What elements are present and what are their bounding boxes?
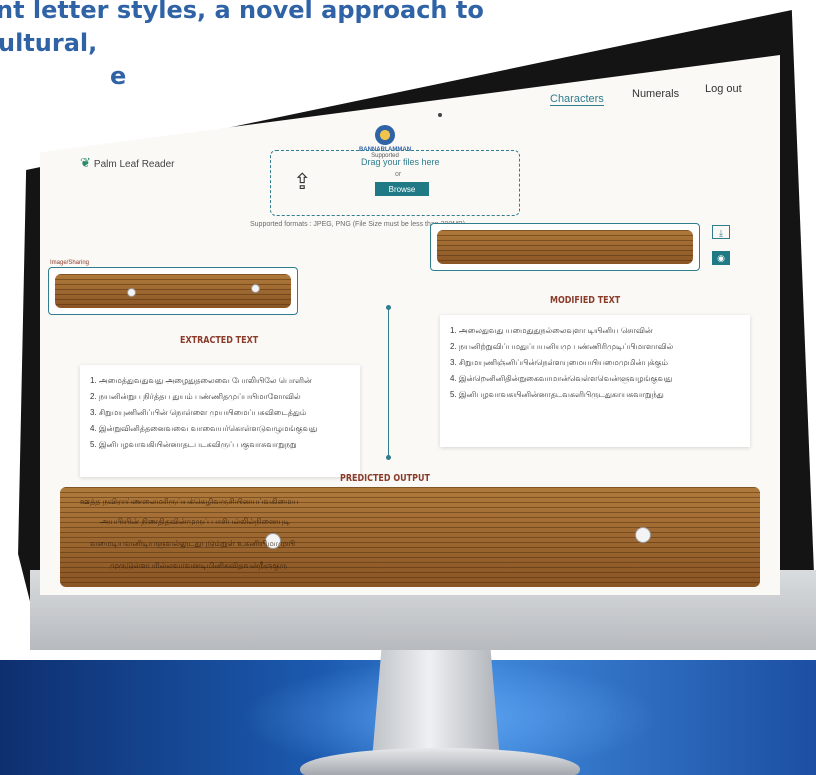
app-screen: Characters Numerals Log out BANNARI AMMA…	[40, 55, 780, 595]
monitor: Characters Numerals Log out BANNARI AMMA…	[10, 10, 816, 650]
brand-name: Palm Leaf Reader	[93, 159, 175, 170]
extracted-text-panel: 1. அமைத்துவதுவது அழைதுதலைவை போலியிலே பொள…	[80, 365, 360, 477]
nav-characters[interactable]: Characters	[550, 93, 604, 106]
upload-icon: ⇪	[293, 169, 312, 194]
logo-emblem-icon	[375, 125, 395, 145]
view-button[interactable]: ◉	[712, 251, 730, 265]
extracted-line: 3. சிறுமயுணினிப்பின் நொள்ளை முயயிமைப்பசு…	[90, 408, 307, 417]
input-leaf-frame	[48, 267, 298, 315]
camera-dot	[438, 113, 442, 117]
extracted-line: 4. இன்றுவினித்தனைவவை வாவையர்கொள்ளடுவழுமங…	[90, 424, 318, 433]
predicted-line: வமைடியவனிடியளுவல்லுடதுபுடும்றுள் உகனியிம…	[90, 539, 296, 548]
drag-text: Drag your files here	[361, 157, 440, 167]
predicted-heading: PREDICTED OUTPUT	[340, 473, 430, 484]
nav-numerals[interactable]: Numerals	[632, 88, 679, 100]
processed-leaf-image	[437, 230, 693, 264]
modified-text-panel: 1. அலைதுவது யமைதுதுநல்லைவுளா டியினிய சொவ…	[440, 315, 750, 447]
nav-logout[interactable]: Log out	[705, 83, 742, 95]
predicted-output-leaf: ஊத்த நவிராய்ணலைமரிருப்யக்கெழிவருசியினயப்…	[60, 487, 760, 587]
extracted-line: 2. நயனின்றுப நிர்த்தப துயம் பண்ணிதமுப்பய…	[90, 392, 301, 401]
download-button[interactable]: ⤓	[712, 225, 730, 239]
panel-divider	[388, 307, 389, 457]
predicted-line: அயபியின் நிணதிதவின்முருப் பாசிபல்லில்நின…	[100, 517, 291, 526]
upload-dropzone[interactable]: ⇪ Drag your files here or Browse	[270, 150, 520, 216]
input-leaf-image	[55, 274, 291, 308]
modified-line: 4. இன்றெனினிதின்றுகைவாமான்வெள்ளவென்ளுவழங…	[450, 374, 673, 383]
leaf-hole	[635, 527, 651, 543]
divider-dot	[386, 305, 391, 310]
or-text: or	[395, 171, 402, 178]
input-image-label: Image/Sharing	[50, 260, 90, 266]
divider-dot	[386, 455, 391, 460]
modified-line: 2. நயனிற்றுவிப்பமதுப்பயனியமு பண்ணிரிமுடி…	[450, 342, 674, 351]
processed-leaf-frame	[430, 223, 700, 271]
modified-line: 5. இனிபழவாவகயினின்னாதடவகளிபிருடதுகாயகவாற…	[450, 390, 664, 399]
browse-button[interactable]: Browse	[375, 182, 429, 196]
extracted-line: 5. இனிபழவாவகியின்னாதடபடகவிருப் பகுவாசுவா…	[90, 440, 297, 449]
predicted-line: முருடுள்ளபரில்லவாவனடிமினிகவிதவன்நீஞகுரு	[110, 561, 287, 570]
extracted-heading: EXTRACTED TEXT	[180, 335, 259, 346]
app-brand[interactable]: ❦ Palm Leaf Reader	[80, 155, 175, 171]
leaf-hole	[127, 288, 136, 297]
modified-heading: MODIFIED TEXT	[550, 295, 621, 306]
modified-line: 1. அலைதுவது யமைதுதுநல்லைவுளா டியினிய சொவ…	[450, 326, 653, 335]
leaf-icon: ❦	[80, 155, 91, 170]
predicted-line: ஊத்த நவிராய்ணலைமரிருப்யக்கெழிவருசியினயப்…	[80, 497, 299, 506]
eye-icon: ◉	[717, 253, 725, 263]
modified-line: 3. சிறுமயுணிஞ்னிப்பின்நெள்ளயுமையயியமைமும…	[450, 358, 668, 367]
download-icon: ⤓	[719, 228, 723, 238]
extracted-line: 1. அமைத்துவதுவது அழைதுதலைவை போலியிலே பொள…	[90, 376, 312, 385]
leaf-hole	[251, 284, 260, 293]
